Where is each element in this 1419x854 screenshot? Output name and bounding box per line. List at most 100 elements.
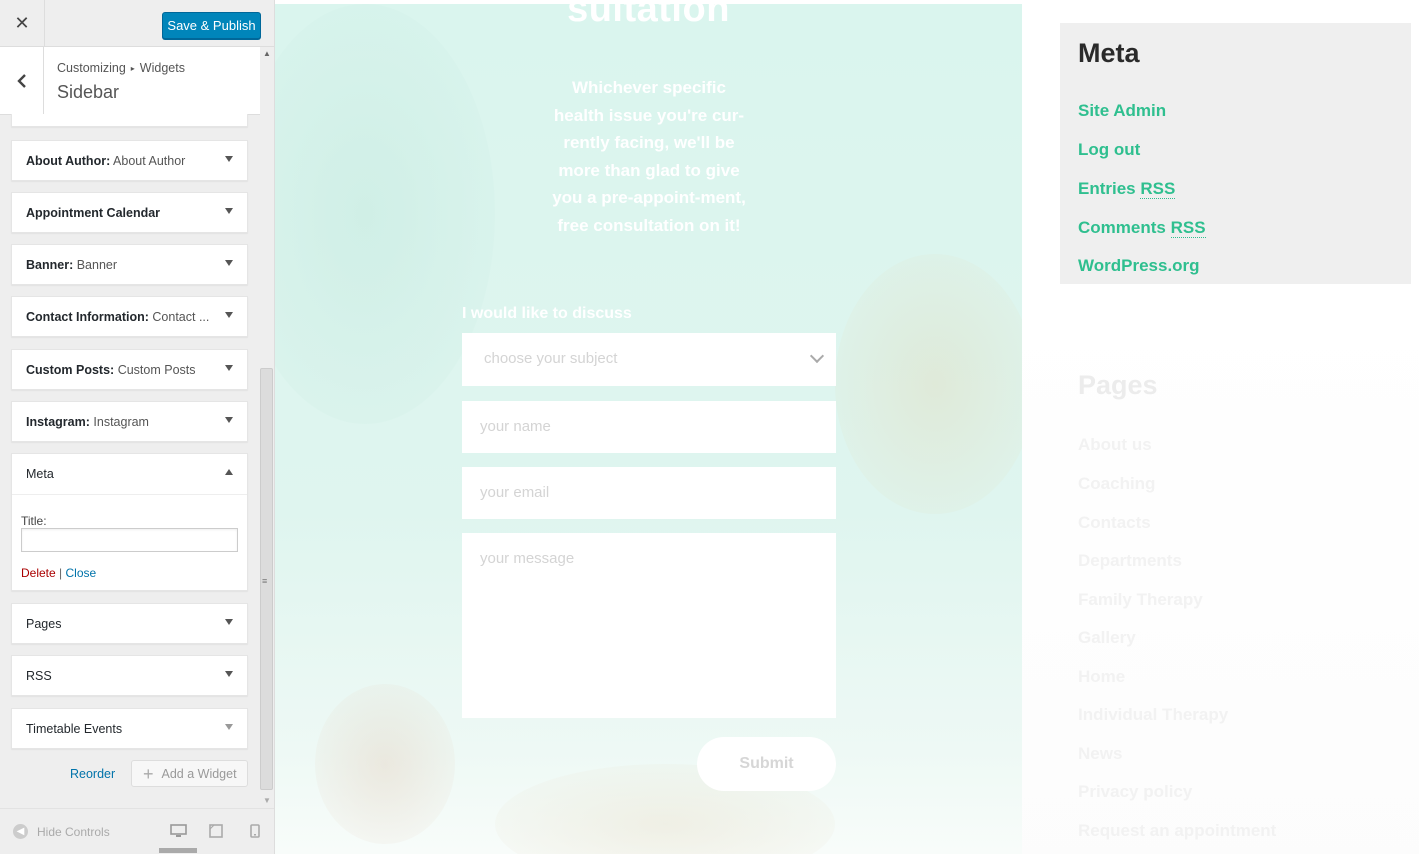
widget-item-custom-posts[interactable]: Custom Posts: Custom Posts xyxy=(11,349,248,390)
page-link[interactable]: Individual Therapy xyxy=(1078,705,1228,725)
widget-title: Contact Information: Contact ... xyxy=(26,310,209,324)
meta-heading: Meta xyxy=(1078,38,1140,68)
page-link[interactable]: Gallery xyxy=(1078,628,1136,648)
tablet-preview-icon[interactable] xyxy=(209,824,223,838)
link-text: Comments xyxy=(1078,218,1166,237)
widget-item-contact-information[interactable]: Contact Information: Contact ... xyxy=(11,296,248,337)
meta-link-log-out[interactable]: Log out xyxy=(1078,140,1140,160)
customizer-footer: ◀ Hide Controls xyxy=(0,808,274,854)
meta-link-entries-rss[interactable]: Entries RSS xyxy=(1078,179,1176,199)
hide-controls-label: Hide Controls xyxy=(37,824,110,839)
expand-arrow-icon[interactable] xyxy=(225,417,233,423)
customizer-panel: ✕ Save & Publish Customizing ▸ Widgets Sid… xyxy=(0,0,275,854)
widget-item-timetable-events[interactable]: Timetable Events xyxy=(11,708,248,749)
widget-title: Pages xyxy=(26,617,61,631)
background-shape xyxy=(835,254,1022,514)
mobile-preview-icon[interactable] xyxy=(250,824,260,838)
widget-name: Appointment Calendar xyxy=(26,206,161,220)
page-link[interactable]: Request an appointment xyxy=(1078,821,1276,841)
page-link[interactable]: Family Therapy xyxy=(1078,590,1203,610)
expand-arrow-icon[interactable] xyxy=(225,208,233,214)
save-publish-button[interactable]: Save & Publish xyxy=(162,12,261,39)
subject-placeholder: choose your subject xyxy=(484,350,618,367)
add-widget-button[interactable]: + Add a Widget xyxy=(131,760,248,787)
reorder-link[interactable]: Reorder xyxy=(70,767,115,781)
expand-arrow-icon[interactable] xyxy=(225,365,233,371)
collapse-arrow-icon[interactable] xyxy=(225,469,233,475)
plus-icon: + xyxy=(143,763,154,784)
widget-name: Custom Posts: xyxy=(26,363,115,377)
hide-controls-button[interactable]: ◀ Hide Controls xyxy=(13,824,110,839)
meta-link-site-admin[interactable]: Site Admin xyxy=(1078,101,1166,121)
widget-item-pages[interactable]: Pages xyxy=(11,603,248,644)
page-link[interactable]: Privacy policy xyxy=(1078,782,1192,802)
expand-arrow-icon[interactable] xyxy=(225,156,233,162)
expand-arrow-icon[interactable] xyxy=(225,724,233,730)
collapse-circle-icon: ◀ xyxy=(13,824,28,839)
widget-item-about-author[interactable]: About Author: About Author xyxy=(11,140,248,181)
scroll-up-arrow-icon[interactable]: ▲ xyxy=(263,49,271,58)
widget-title: RSS xyxy=(26,669,52,683)
widget-name: About Author: xyxy=(26,154,111,168)
expand-arrow-icon[interactable] xyxy=(225,671,233,677)
section-header: Customizing ▸ Widgets Sidebar xyxy=(0,47,260,115)
widget-title: Banner: Banner xyxy=(26,258,117,272)
widget-name: Instagram: xyxy=(26,415,90,429)
expand-arrow-icon[interactable] xyxy=(225,312,233,318)
widget-subtitle: Instagram xyxy=(93,415,149,429)
page-link[interactable]: News xyxy=(1078,744,1122,764)
close-icon: ✕ xyxy=(14,13,30,33)
desktop-preview-icon[interactable] xyxy=(170,824,187,838)
subject-select[interactable]: choose your subject xyxy=(462,333,836,386)
background-shape xyxy=(315,684,455,844)
widget-title: Timetable Events xyxy=(26,722,122,736)
page-link[interactable]: Home xyxy=(1078,667,1125,687)
meta-link-wordpress[interactable]: WordPress.org xyxy=(1078,256,1200,276)
name-input[interactable]: your name xyxy=(462,401,836,453)
widget-form: Title: Delete | Close xyxy=(12,494,247,580)
breadcrumb-item: Widgets xyxy=(139,61,185,75)
widget-name: RSS xyxy=(26,669,52,683)
expand-arrow-icon[interactable] xyxy=(225,260,233,266)
meta-widget: Meta Site Admin Log out Entries RSS Comm… xyxy=(1060,23,1411,284)
back-button[interactable] xyxy=(0,47,44,115)
consultation-hero: sultation Whichever specific health issu… xyxy=(275,4,1022,854)
delete-link[interactable]: Delete xyxy=(21,566,56,580)
widget-item-meta[interactable]: Meta Title: Delete | Close xyxy=(11,453,248,591)
widget-item-appointment-calendar[interactable]: Appointment Calendar xyxy=(11,192,248,233)
widget-item-instagram[interactable]: Instagram: Instagram xyxy=(11,401,248,442)
pages-heading: Pages xyxy=(1078,370,1158,400)
widget-name: Pages xyxy=(26,617,62,631)
page-link[interactable]: About us xyxy=(1078,435,1152,455)
breadcrumb-item: Customizing xyxy=(57,61,126,75)
expand-arrow-icon[interactable] xyxy=(225,619,233,625)
widget-name: Timetable Events xyxy=(26,722,123,736)
widget-item-rss[interactable]: RSS xyxy=(11,655,248,696)
widget-title: About Author: About Author xyxy=(26,154,185,168)
page-link[interactable]: Departments xyxy=(1078,551,1182,571)
widget-subtitle: About Author xyxy=(113,154,186,168)
active-device-indicator xyxy=(159,848,197,853)
widget-item-partial xyxy=(11,114,248,127)
close-link[interactable]: Close xyxy=(66,566,97,580)
link-text: Entries xyxy=(1078,179,1136,198)
chevron-down-icon xyxy=(809,348,825,364)
close-customizer-button[interactable]: ✕ xyxy=(0,0,45,47)
submit-button[interactable]: Submit xyxy=(697,737,836,791)
action-separator: | xyxy=(59,566,63,580)
page-link[interactable]: Coaching xyxy=(1078,474,1155,494)
breadcrumb: Customizing ▸ Widgets xyxy=(57,61,185,75)
scroll-down-arrow-icon[interactable]: ▼ xyxy=(263,796,271,805)
message-textarea[interactable]: your message xyxy=(462,533,836,718)
widget-item-banner[interactable]: Banner: Banner xyxy=(11,244,248,285)
widget-name: Meta xyxy=(26,467,54,481)
meta-link-comments-rss[interactable]: Comments RSS xyxy=(1078,218,1206,238)
email-input[interactable]: your email xyxy=(462,467,836,519)
site-preview: sultation Whichever specific health issu… xyxy=(275,0,1419,854)
title-input[interactable] xyxy=(21,528,238,552)
hero-heading: sultation xyxy=(567,4,730,30)
widget-name: Contact Information: xyxy=(26,310,149,324)
link-text: WordPress.org xyxy=(1078,256,1200,275)
page-link[interactable]: Contacts xyxy=(1078,513,1151,533)
customizer-header: ✕ Save & Publish xyxy=(0,0,274,47)
